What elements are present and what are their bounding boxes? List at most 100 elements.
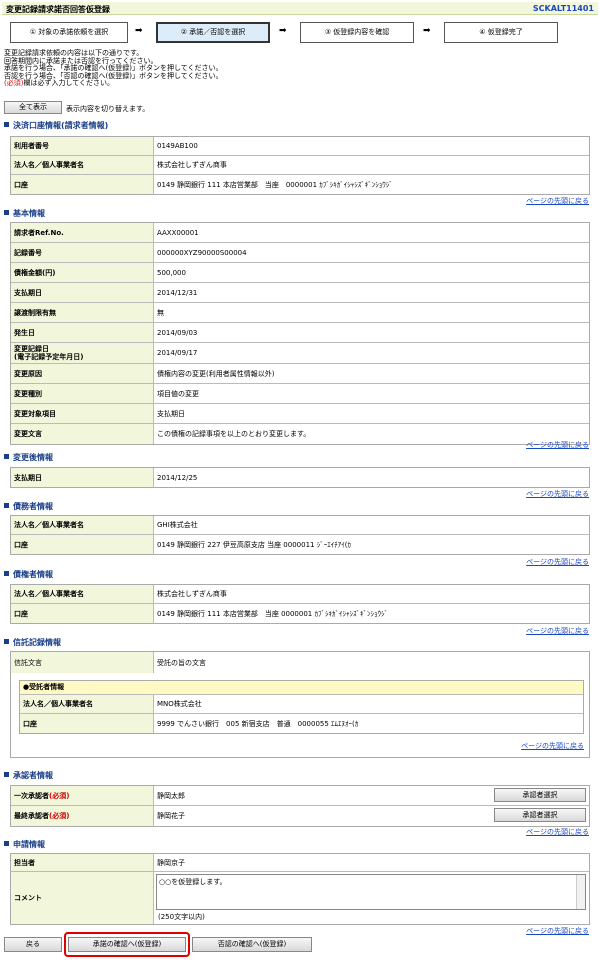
table-row: 法人名／個人事業者名 MNO株式会社 bbox=[20, 695, 583, 714]
row-key: 変更種別 bbox=[11, 384, 154, 403]
section-title: 基本情報 bbox=[13, 209, 45, 218]
intro-text: 変更記録請求依頼の内容は以下の通りです。 回答期間内に承諾または否認を行ってくだ… bbox=[4, 49, 223, 88]
table-row: 変更種別 項目値の変更 bbox=[11, 384, 589, 404]
page-top-link[interactable]: ページの先頭に戻る bbox=[526, 489, 589, 499]
row-value: この債権の記録事項を以上のとおり変更します。 bbox=[157, 430, 311, 438]
row-key: 口座 bbox=[11, 175, 154, 194]
page-top-link[interactable]: ページの先頭に戻る bbox=[526, 196, 589, 206]
row-value: 0149AB100 bbox=[157, 142, 198, 150]
step-arrow-icon: ➡ bbox=[135, 26, 143, 36]
show-all-button[interactable]: 全て表示 bbox=[4, 101, 62, 114]
square-bullet-icon bbox=[4, 122, 9, 127]
row-key: 法人名／個人事業者名 bbox=[11, 156, 154, 174]
row-key: 法人名／個人事業者名 bbox=[11, 516, 154, 534]
trustee-title: ●受託者情報 bbox=[20, 681, 583, 695]
show-all-desc: 表示内容を切り替えます。 bbox=[66, 105, 150, 113]
row-value: 債権内容の変更(利用者属性情報以外) bbox=[157, 369, 275, 378]
row-value: 9999 でんさい銀行 005 新宿支店 普通 0000055 ｴﾑｴﾇｵｰ(ｶ bbox=[157, 719, 359, 728]
section-approver: 承認者情報 bbox=[4, 770, 53, 781]
row-value: 2014/09/17 bbox=[157, 349, 198, 357]
required-mark: (必須) bbox=[49, 812, 70, 820]
section-title: 信託記録情報 bbox=[13, 638, 61, 647]
section-settlement: 決済口座情報(請求者情報) bbox=[4, 120, 108, 131]
section-after: 変更後情報 bbox=[4, 452, 53, 463]
row-key: 記録番号 bbox=[11, 243, 154, 262]
square-bullet-icon bbox=[4, 841, 9, 846]
row-key: 口座 bbox=[20, 714, 154, 733]
settlement-table: 利用者番号 0149AB100 法人名／個人事業者名 株式会社しずぎん商事 口座 01… bbox=[10, 136, 590, 195]
deny-confirm-button[interactable]: 否認の確認へ(仮登録) bbox=[192, 937, 312, 952]
page-top-link[interactable]: ページの先頭に戻る bbox=[526, 926, 589, 936]
table-row: 法人名／個人事業者名 GHI株式会社 bbox=[11, 516, 589, 535]
table-row: 一次承認者 (必須) 静岡太郎 承認者選択 bbox=[11, 786, 589, 806]
table-row: 記録番号 000000XYZ90000S00004 bbox=[11, 243, 589, 263]
basic-table: 請求者Ref.No. AAXX00001 記録番号 000000XYZ90000S0… bbox=[10, 222, 590, 445]
table-row: 法人名／個人事業者名 株式会社しずぎん商事 bbox=[11, 156, 589, 175]
table-row: 利用者番号 0149AB100 bbox=[11, 137, 589, 156]
row-key: 一次承認者 (必須) bbox=[11, 786, 154, 805]
table-row: 発生日 2014/09/03 bbox=[11, 323, 589, 343]
row-key: 口座 bbox=[11, 604, 154, 623]
row-value: GHI株式会社 bbox=[157, 521, 198, 529]
after-table: 支払期日 2014/12/25 bbox=[10, 467, 590, 488]
row-key: 口座 bbox=[11, 535, 154, 554]
table-row: 支払期日 2014/12/25 bbox=[11, 468, 589, 487]
highlight-frame bbox=[64, 932, 190, 957]
row-key: 請求者Ref.No. bbox=[11, 223, 154, 242]
table-row: 変更原因 債権内容の変更(利用者属性情報以外) bbox=[11, 364, 589, 384]
step-4: ④ 仮登録完了 bbox=[444, 22, 558, 43]
comment-text: ○○を仮登録します。 bbox=[159, 878, 227, 886]
select-approver-button[interactable]: 承認者選択 bbox=[494, 808, 586, 822]
page-title: 変更記録請求諾否回答仮登録 bbox=[6, 5, 110, 14]
row-value: 株式会社しずぎん商事 bbox=[157, 161, 227, 169]
row-key: 法人名／個人事業者名 bbox=[20, 695, 154, 713]
row-value: 無 bbox=[157, 308, 164, 317]
comment-textarea[interactable]: ○○を仮登録します。 bbox=[156, 874, 586, 910]
page-top-link[interactable]: ページの先頭に戻る bbox=[526, 827, 589, 837]
step-arrow-icon: ➡ bbox=[423, 26, 431, 36]
step-3: ③ 仮登録内容を確認 bbox=[300, 22, 414, 43]
row-key: 変更対象項目 bbox=[11, 404, 154, 423]
table-row: 担当者 静岡京子 bbox=[11, 854, 589, 872]
row-key: コメント bbox=[11, 872, 154, 924]
page-top-link[interactable]: ページの先頭に戻る bbox=[521, 741, 584, 751]
row-value: 支払期日 bbox=[157, 409, 185, 418]
row-key: 債権金額(円) bbox=[11, 263, 154, 282]
page-top-link[interactable]: ページの先頭に戻る bbox=[526, 557, 589, 567]
section-title: 承認者情報 bbox=[13, 771, 53, 780]
trustee-box: ●受託者情報 法人名／個人事業者名 MNO株式会社 口座 9999 でんさい銀行 0… bbox=[19, 680, 584, 734]
row-value: 2014/12/31 bbox=[157, 288, 198, 297]
char-limit: (250文字以内) bbox=[158, 913, 205, 921]
row-key: 変更文言 bbox=[11, 424, 154, 444]
table-row: 最終承認者 (必須) 静岡花子 承認者選択 bbox=[11, 806, 589, 826]
section-title: 債務者情報 bbox=[13, 502, 53, 511]
table-row: 口座 9999 でんさい銀行 005 新宿支店 普通 0000055 ｴﾑｴﾇｵｰ… bbox=[20, 714, 583, 733]
section-trust: 信託記録情報 bbox=[4, 637, 61, 648]
row-key-label: 一次承認者 bbox=[14, 791, 49, 800]
back-button[interactable]: 戻る bbox=[4, 937, 62, 952]
row-value: 0149 静岡銀行 111 本店営業部 当座 0000001 ｶﾌﾞｼｷｶﾞｲｼ… bbox=[157, 609, 388, 618]
row-key: 最終承認者 (必須) bbox=[11, 806, 154, 826]
title-bar: 変更記録請求諾否回答仮登録 SCKALT11401 bbox=[2, 2, 598, 15]
table-row: 信託文言 受託の旨の文言 bbox=[11, 652, 589, 673]
table-row: 法人名／個人事業者名 株式会社しずぎん商事 bbox=[11, 585, 589, 604]
select-approver-button[interactable]: 承認者選択 bbox=[494, 788, 586, 802]
scrollbar[interactable] bbox=[576, 875, 585, 909]
page-top-link[interactable]: ページの先頭に戻る bbox=[526, 626, 589, 636]
section-creditor: 債権者情報 bbox=[4, 569, 53, 580]
debtor-table: 法人名／個人事業者名 GHI株式会社 口座 0149 静岡銀行 227 伊豆高原支店… bbox=[10, 515, 590, 555]
step-2: ② 承諾／否認を選択 bbox=[156, 22, 270, 43]
row-key: 利用者番号 bbox=[11, 137, 154, 155]
section-basic: 基本情報 bbox=[4, 208, 45, 219]
row-value: 項目値の変更 bbox=[157, 389, 199, 398]
required-mark: (必須) bbox=[4, 79, 24, 87]
page-top-link[interactable]: ページの先頭に戻る bbox=[526, 440, 589, 450]
step-1: ① 対象の承諾依頼を選択 bbox=[10, 22, 128, 43]
row-key: 変更記録日 (電子記録予定年月日) bbox=[11, 343, 154, 363]
square-bullet-icon bbox=[4, 210, 9, 215]
table-row: 変更対象項目 支払期日 bbox=[11, 404, 589, 424]
table-row: 変更文言 この債権の記録事項を以上のとおり変更します。 bbox=[11, 424, 589, 444]
row-value: AAXX00001 bbox=[157, 228, 199, 237]
approver-table: 一次承認者 (必須) 静岡太郎 承認者選択 最終承認者 (必須) 静岡花子 承認者選… bbox=[10, 785, 590, 827]
row-value: 500,000 bbox=[157, 268, 186, 277]
